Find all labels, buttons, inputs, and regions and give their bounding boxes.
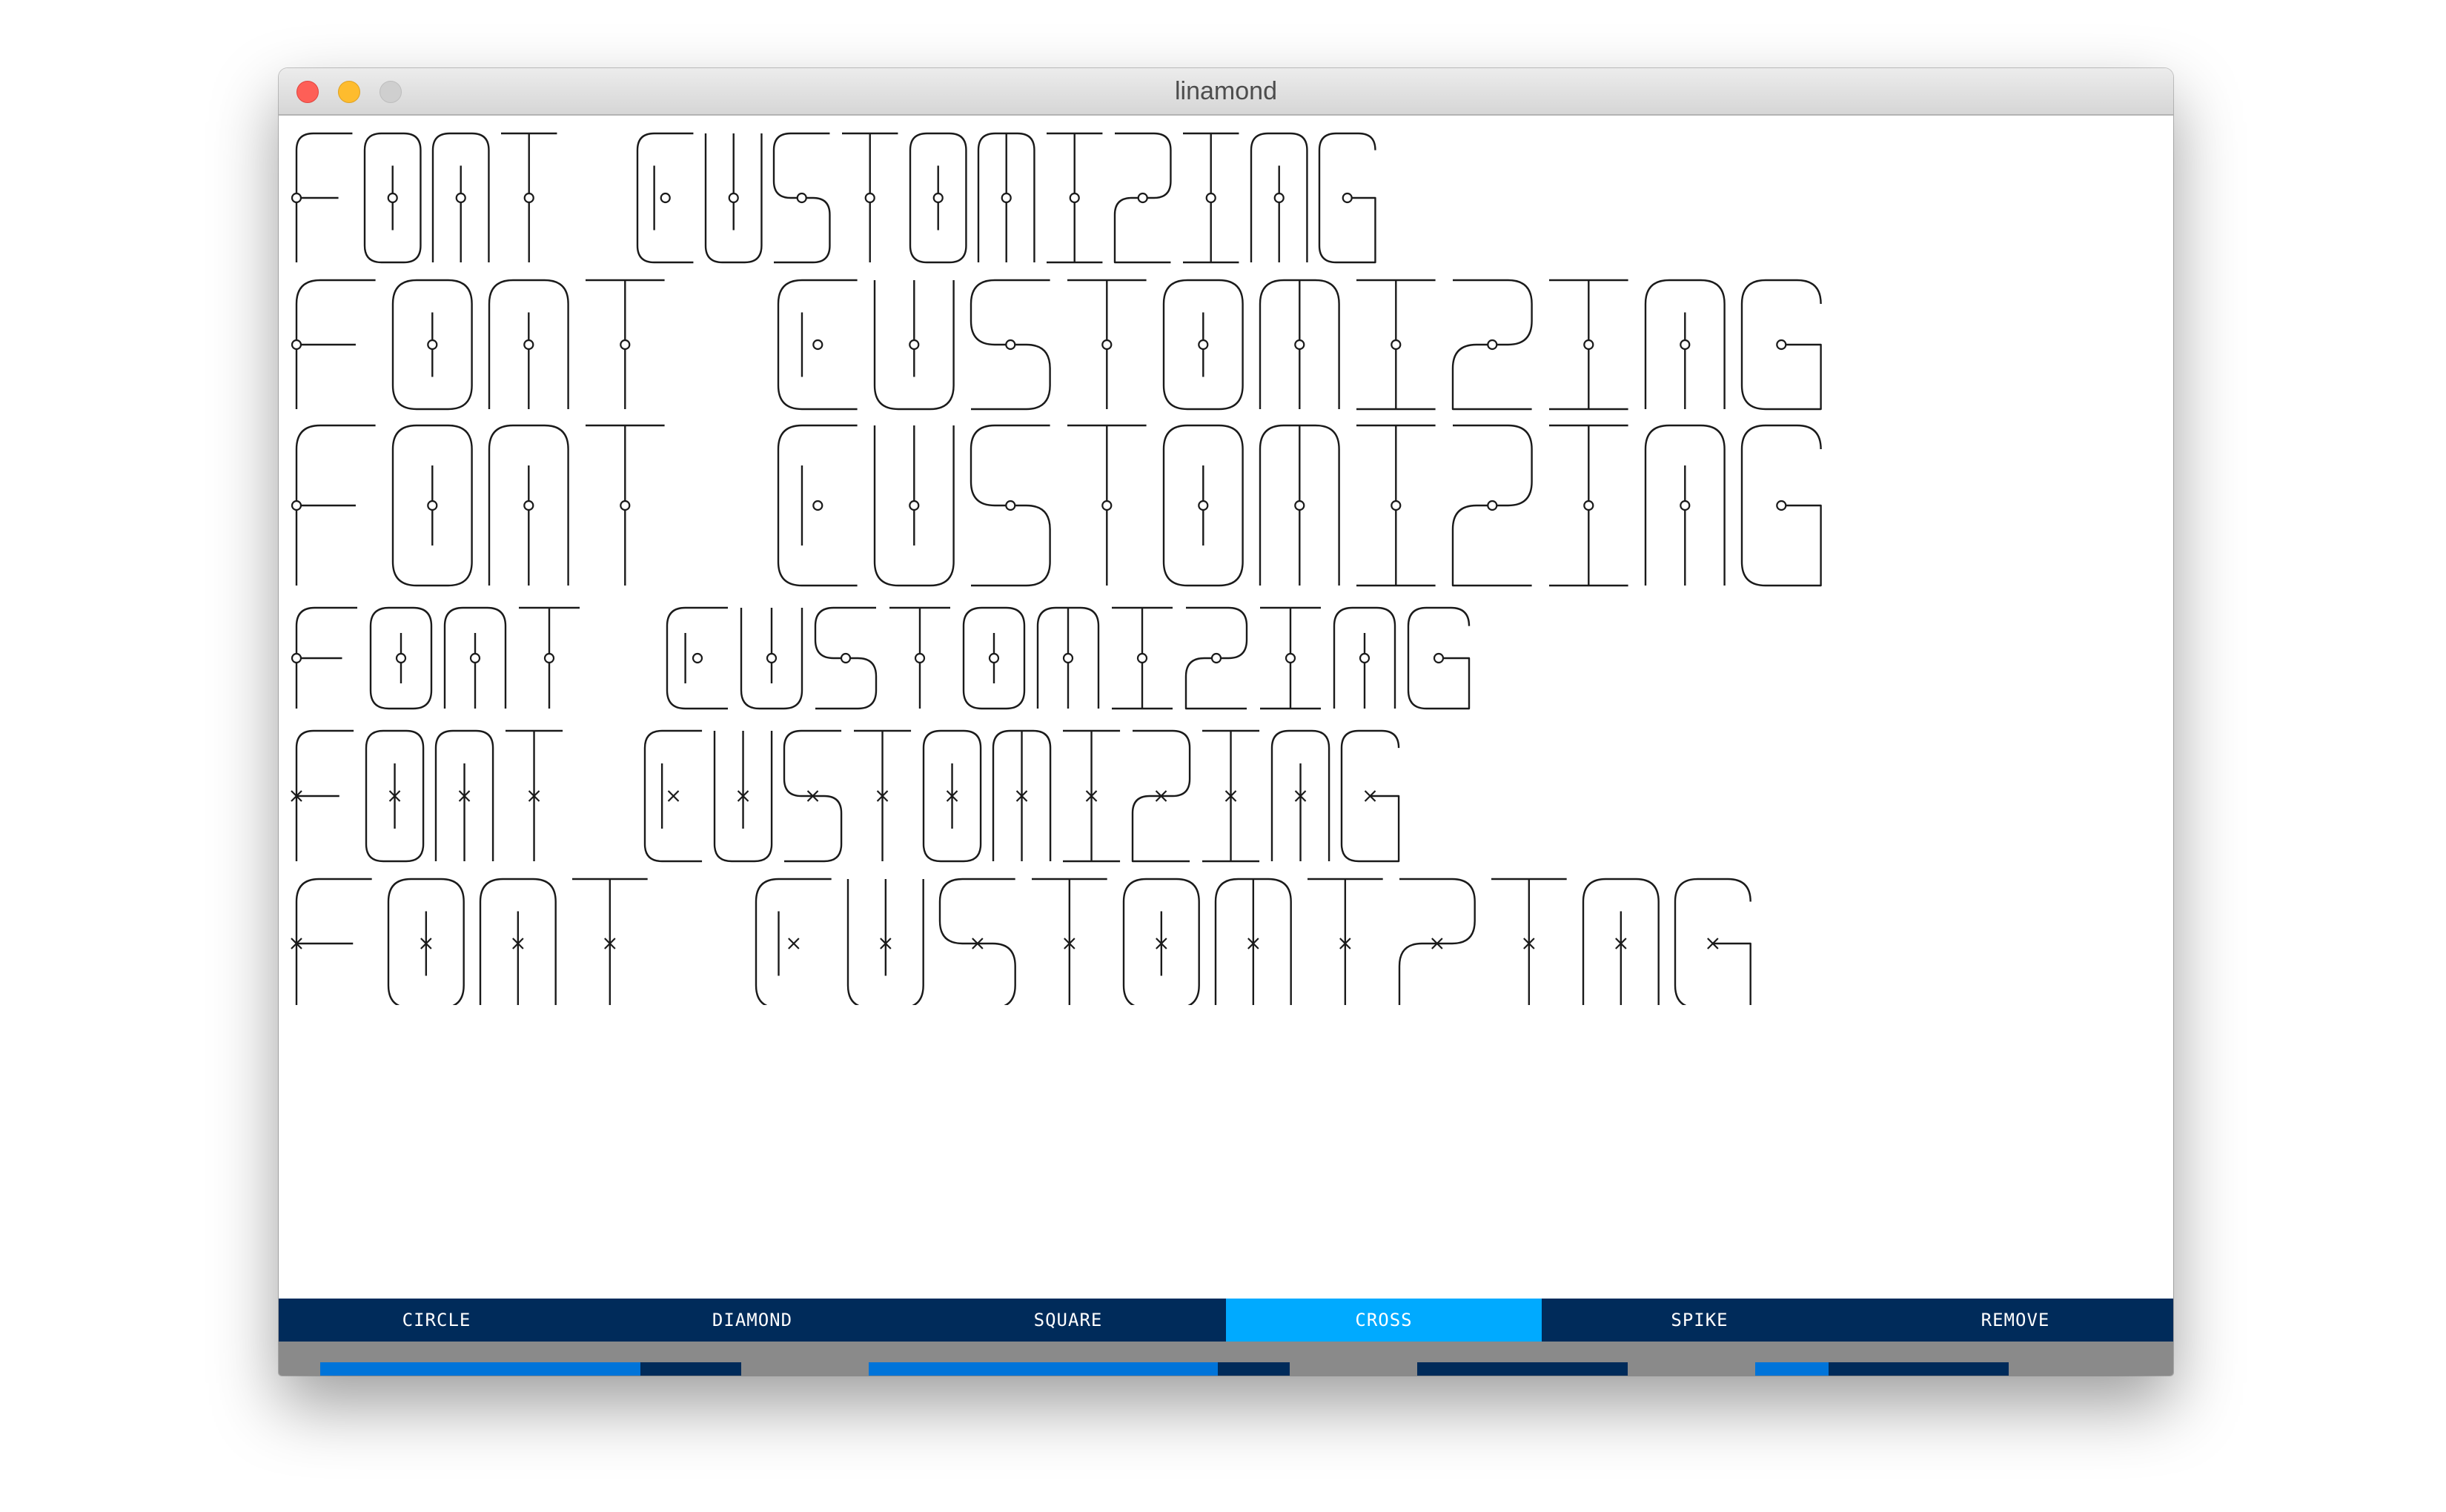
tab-square[interactable]: SQUARE — [910, 1299, 1226, 1342]
point-size-label: POINT_SIZE — [2016, 1362, 2124, 1376]
tab-circle[interactable]: CIRCLE — [279, 1299, 594, 1342]
title-bar[interactable]: linamond — [279, 68, 2173, 116]
point-size-slider[interactable]: 6.54 — [1755, 1362, 2009, 1376]
glyph — [295, 729, 354, 861]
controls-panel: 61.04 _HEIGHT 33.37 _WIDTH 1.00 _STROKE … — [279, 1342, 2173, 1376]
stroke-label: _STROKE — [1635, 1362, 1710, 1376]
sample-text-row — [291, 279, 1822, 411]
glyph — [755, 878, 832, 1009]
sample-text-row — [291, 729, 1400, 863]
sample-text-row — [291, 132, 1376, 264]
tab-remove[interactable]: REMOVE — [1857, 1299, 2173, 1342]
font-preview — [291, 132, 1822, 1009]
height-slider[interactable]: 61.04 — [320, 1362, 741, 1376]
width-label: _WIDTH — [1297, 1362, 1362, 1376]
sample-text-row — [291, 878, 1751, 1009]
window-title: linamond — [1175, 77, 1277, 105]
sample-text-row — [291, 606, 1471, 710]
height-label: _HEIGHT — [749, 1362, 823, 1376]
glyph — [1307, 878, 1383, 1009]
glyph — [295, 279, 376, 409]
glyph — [295, 878, 372, 1008]
glyph — [1032, 878, 1107, 1008]
tab-diamond[interactable]: DIAMOND — [594, 1299, 910, 1342]
glyph — [1582, 878, 1660, 1008]
tab-cross[interactable]: CROSS — [1226, 1299, 1542, 1342]
tab-spike[interactable]: SPIKE — [1542, 1299, 1857, 1342]
glyph — [1122, 878, 1200, 1009]
glyph — [938, 878, 1016, 1009]
width-value: 33.37 — [876, 1362, 929, 1376]
stroke-slider[interactable]: 1.00 — [1417, 1362, 1628, 1376]
height-value: 61.04 — [328, 1362, 381, 1376]
glyph — [295, 424, 376, 586]
glyph — [1398, 878, 1476, 1009]
glyph — [1491, 878, 1567, 1009]
glyph — [846, 879, 924, 1009]
app-window: linamond CIRCLE DIAMOND SQUARE CROSS SPI… — [279, 68, 2173, 1376]
width-slider[interactable]: 33.37 — [869, 1362, 1290, 1376]
glyph — [1674, 878, 1751, 1009]
glyph — [387, 878, 465, 1009]
glyph — [1214, 878, 1292, 1008]
glyph — [572, 878, 648, 1008]
glyph — [479, 878, 557, 1008]
glyph — [295, 132, 353, 262]
stroke-value: 1.00 — [1425, 1362, 1468, 1376]
point-size-value: 6.54 — [1763, 1362, 1806, 1376]
marker-tab-bar: CIRCLE DIAMOND SQUARE CROSS SPIKE REMOVE — [279, 1299, 2173, 1342]
glyph — [295, 606, 357, 709]
font-preview-canvas: CIRCLE DIAMOND SQUARE CROSS SPIKE REMOVE… — [279, 116, 2173, 1376]
sample-text-row — [291, 424, 1822, 587]
